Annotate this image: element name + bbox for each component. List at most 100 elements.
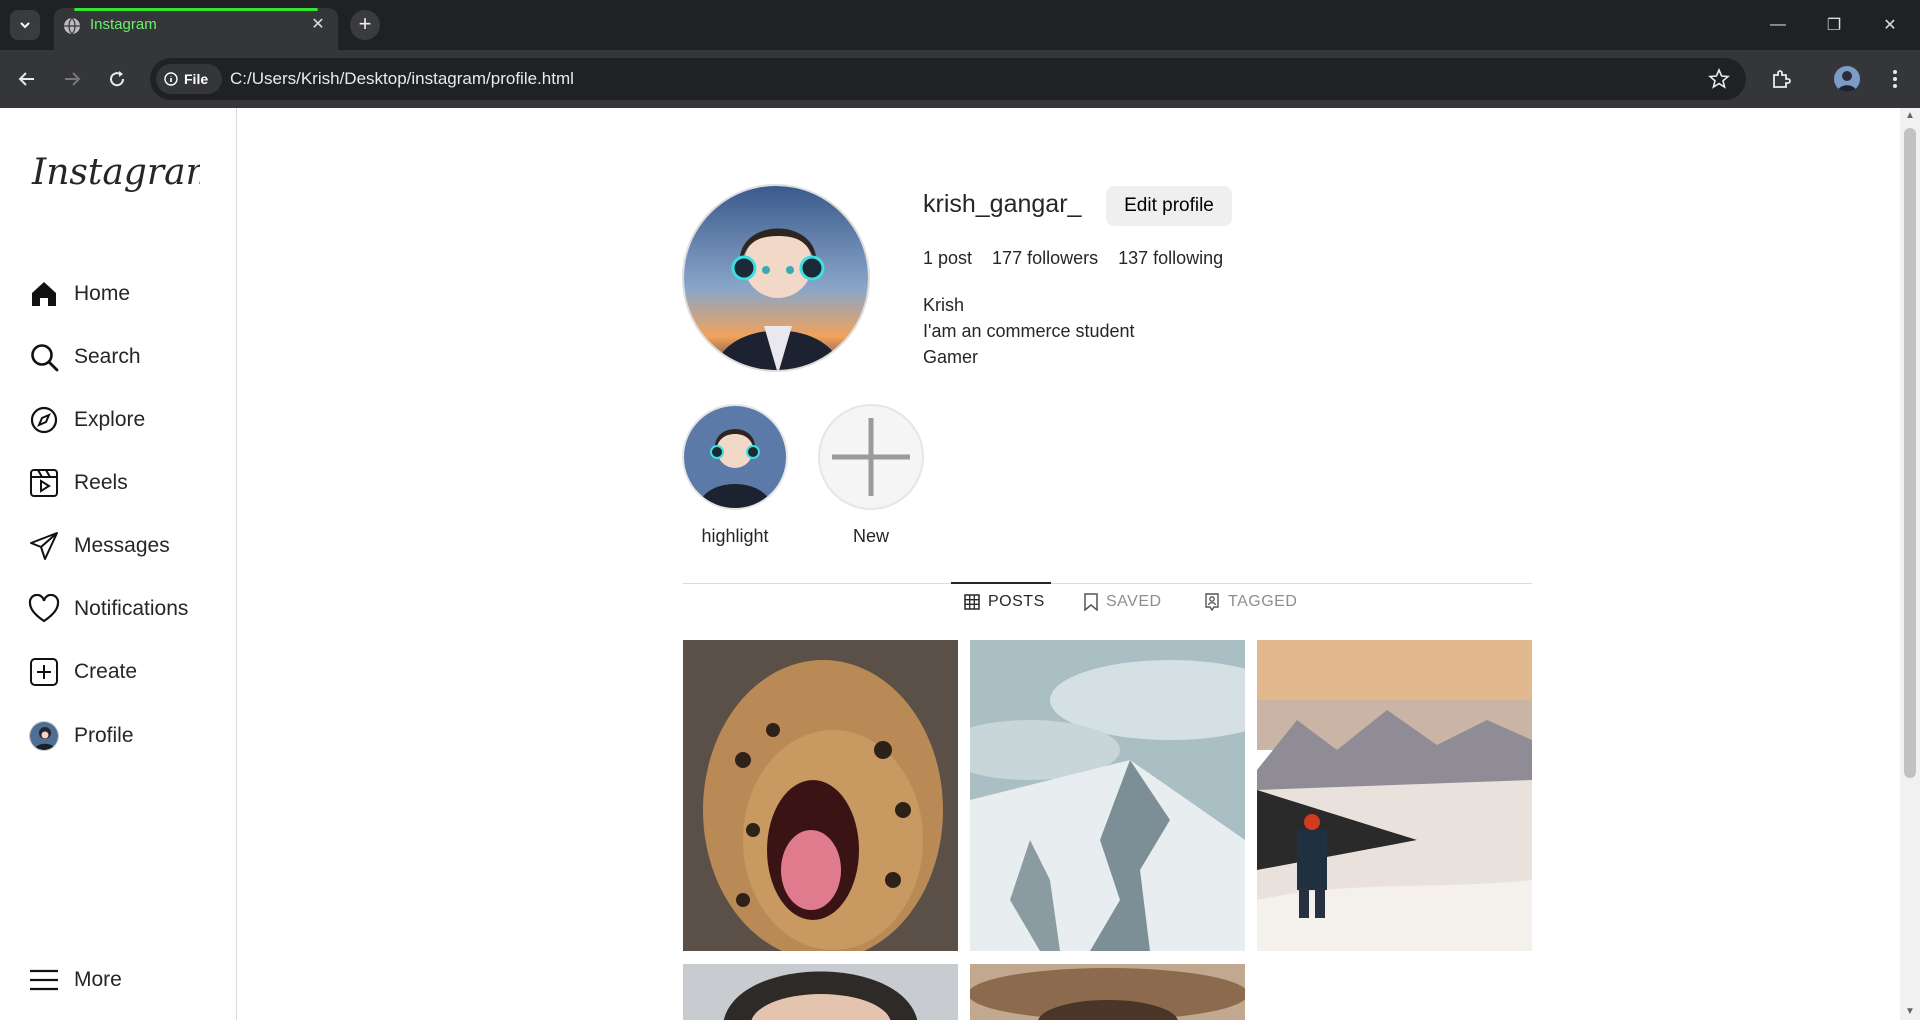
browser-profile-avatar[interactable]	[1834, 66, 1860, 92]
close-tab-icon[interactable]: ✕	[308, 15, 328, 35]
post-thumbnail[interactable]	[683, 964, 958, 1020]
restore-icon[interactable]: ❐	[1806, 0, 1862, 50]
svg-text:Instagram: Instagram	[31, 152, 200, 193]
avatar	[29, 721, 59, 751]
home-icon	[28, 278, 60, 310]
post-thumbnail[interactable]	[683, 640, 958, 951]
portrait-photo	[683, 964, 958, 1020]
profile-stats: 1 post 177 followers 137 following	[923, 248, 1223, 269]
sidebar-item-search[interactable]: Search	[28, 335, 228, 379]
bio-line: I'am an commerce student	[923, 321, 1135, 341]
sidebar-item-messages[interactable]: Messages	[28, 524, 228, 568]
compass-icon	[28, 404, 60, 436]
bookmark-icon	[1084, 593, 1098, 611]
tab-saved[interactable]: SAVED	[1084, 590, 1162, 614]
hat-photo	[970, 964, 1245, 1020]
sidebar: Instagram Home Search Explore Reels Mess…	[0, 108, 237, 1020]
address-bar[interactable]: File C:/Users/Krish/Desktop/instagram/pr…	[150, 58, 1746, 100]
highlight-cover	[682, 404, 788, 510]
sidebar-item-label: Home	[74, 282, 131, 305]
arrow-right-icon	[65, 72, 81, 86]
mountain-photo	[970, 640, 1245, 951]
sidebar-item-more[interactable]: More	[28, 958, 228, 1002]
followers-count[interactable]: 177 followers	[992, 248, 1098, 269]
minimize-icon[interactable]: —	[1750, 0, 1806, 50]
highlight-image	[684, 406, 786, 508]
forward-button[interactable]	[57, 64, 87, 94]
sidebar-more-label: More	[74, 968, 122, 991]
tab-label: TAGGED	[1228, 593, 1298, 610]
profile-main: krish_gangar_ Edit profile 1 post 177 fo…	[238, 108, 1900, 1020]
user-avatar-icon	[1834, 66, 1860, 92]
profile-picture[interactable]	[682, 184, 870, 372]
tab-search-button[interactable]	[10, 10, 40, 40]
sidebar-item-label: Profile	[74, 724, 134, 747]
close-window-icon[interactable]: ✕	[1862, 0, 1918, 50]
scroll-down-icon[interactable]: ▼	[1904, 1006, 1916, 1018]
new-highlight-button[interactable]: New	[818, 404, 924, 547]
site-info-chip[interactable]: File	[156, 64, 222, 94]
profile-bio: Krish I'am an commerce student Gamer	[923, 292, 1135, 370]
page-scrollbar[interactable]: ▲ ▼	[1900, 108, 1920, 1020]
highlight-label: New	[852, 526, 889, 546]
tag-user-icon	[1205, 593, 1219, 611]
bookmark-star-icon[interactable]	[1708, 68, 1730, 90]
sidebar-item-label: Messages	[74, 534, 170, 557]
plus-square-icon	[28, 656, 60, 688]
active-tab-indicator	[951, 582, 1051, 584]
profile-username: krish_gangar_	[923, 190, 1082, 218]
post-thumbnail[interactable]	[1257, 640, 1532, 951]
reels-icon	[28, 467, 60, 499]
menu-button[interactable]	[1880, 64, 1910, 94]
kebab-menu-icon	[1893, 70, 1897, 88]
scroll-thumb[interactable]	[1904, 128, 1916, 778]
sidebar-item-explore[interactable]: Explore	[28, 398, 228, 442]
chevron-down-icon	[20, 22, 30, 29]
highlight-label: highlight	[701, 526, 769, 546]
sidebar-item-create[interactable]: Create	[28, 650, 228, 694]
post-thumbnail[interactable]	[970, 964, 1245, 1020]
reload-button[interactable]	[102, 64, 132, 94]
hamburger-menu-icon	[28, 964, 60, 996]
posts-count[interactable]: 1 post	[923, 248, 972, 269]
story-highlight[interactable]: highlight	[682, 404, 788, 547]
plus-icon	[832, 418, 910, 496]
grid-icon	[964, 594, 980, 610]
scroll-up-icon[interactable]: ▲	[1904, 110, 1916, 122]
sidebar-item-home[interactable]: Home	[28, 272, 228, 316]
following-count[interactable]: 137 following	[1118, 248, 1223, 269]
leopard-photo	[683, 640, 958, 951]
tab-posts[interactable]: POSTS	[964, 590, 1045, 614]
tab-tagged[interactable]: TAGGED	[1204, 590, 1297, 614]
back-button[interactable]	[12, 64, 42, 94]
bio-name: Krish	[923, 295, 965, 315]
new-tab-button[interactable]: +	[350, 10, 380, 40]
sidebar-item-reels[interactable]: Reels	[28, 461, 228, 505]
tab-title: Instagram	[90, 16, 157, 33]
sidebar-item-label: Notifications	[74, 597, 189, 620]
tab-label: SAVED	[1106, 593, 1162, 610]
send-icon	[28, 530, 60, 562]
tabs-divider	[683, 583, 1532, 584]
hiker-photo	[1257, 640, 1532, 951]
sidebar-item-profile[interactable]: Profile	[28, 714, 228, 758]
extensions-button[interactable]	[1766, 64, 1796, 94]
anime-avatar-image	[684, 186, 868, 370]
bio-line: Gamer	[923, 347, 979, 367]
search-icon	[28, 341, 60, 373]
globe-icon	[64, 17, 80, 35]
site-info-label: File	[184, 71, 209, 87]
browser-tab[interactable]: Instagram ✕	[54, 8, 338, 50]
sidebar-item-notifications[interactable]: Notifications	[28, 587, 228, 631]
browser-tab-bar: Instagram ✕ + — ❐ ✕	[0, 0, 1920, 50]
puzzle-icon	[1773, 70, 1791, 88]
edit-profile-button[interactable]: Edit profile	[1106, 186, 1232, 226]
info-icon	[164, 72, 178, 86]
post-thumbnail[interactable]	[970, 640, 1245, 951]
sidebar-item-label: Explore	[74, 408, 146, 431]
sidebar-item-label: Search	[74, 345, 141, 368]
url-text: C:/Users/Krish/Desktop/instagram/profile…	[230, 69, 574, 88]
profile-icon-wrapper	[28, 720, 60, 752]
new-highlight-circle	[818, 404, 924, 510]
instagram-logo[interactable]: Instagram	[30, 142, 200, 202]
